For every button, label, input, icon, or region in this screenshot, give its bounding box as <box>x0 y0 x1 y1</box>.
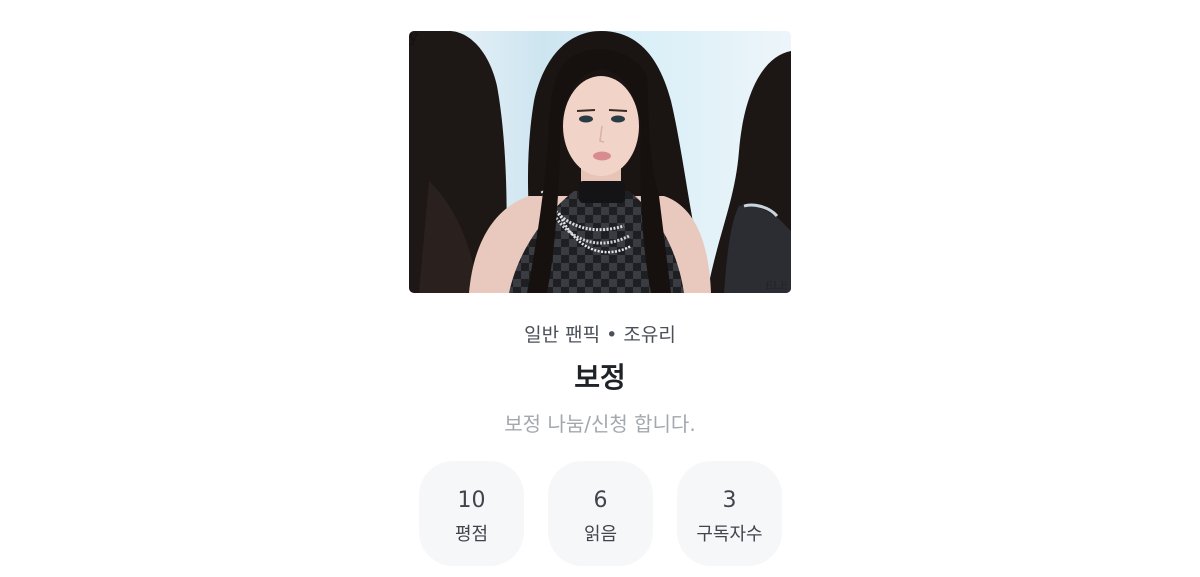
work-title: 보정 <box>574 361 626 394</box>
genre-label[interactable]: 일반 팬픽 <box>524 324 600 346</box>
author-name[interactable]: 조유리 <box>623 324 675 346</box>
cover-watermark-bottom: ELE <box>765 281 788 292</box>
cover-image: y ELE <box>409 31 791 293</box>
cover-watermark-top: y <box>409 31 419 46</box>
separator-dot: • <box>606 324 618 346</box>
stat-rating: 10 평점 <box>419 461 524 566</box>
stat-reads: 6 읽음 <box>548 461 653 566</box>
work-category-line: 일반 팬픽 • 조유리 <box>0 320 1200 347</box>
stat-reads-label: 읽음 <box>583 523 618 545</box>
stat-subscribers: 3 구독자수 <box>677 461 782 566</box>
stat-rating-value: 10 <box>457 487 486 513</box>
work-detail-page: y ELE 일반 팬픽 • 조유리 보정 보정 나눔/신청 합니다. 10 평점 6… <box>0 0 1200 577</box>
work-description: 보정 나눔/신청 합니다. <box>504 412 696 436</box>
stat-rating-label: 평점 <box>454 523 489 545</box>
stats-row: 10 평점 6 읽음 3 구독자수 <box>419 461 782 566</box>
stat-subscribers-label: 구독자수 <box>696 523 763 545</box>
stat-subscribers-value: 3 <box>722 487 737 513</box>
stat-reads-value: 6 <box>593 487 608 513</box>
cover-illustration <box>409 31 791 293</box>
